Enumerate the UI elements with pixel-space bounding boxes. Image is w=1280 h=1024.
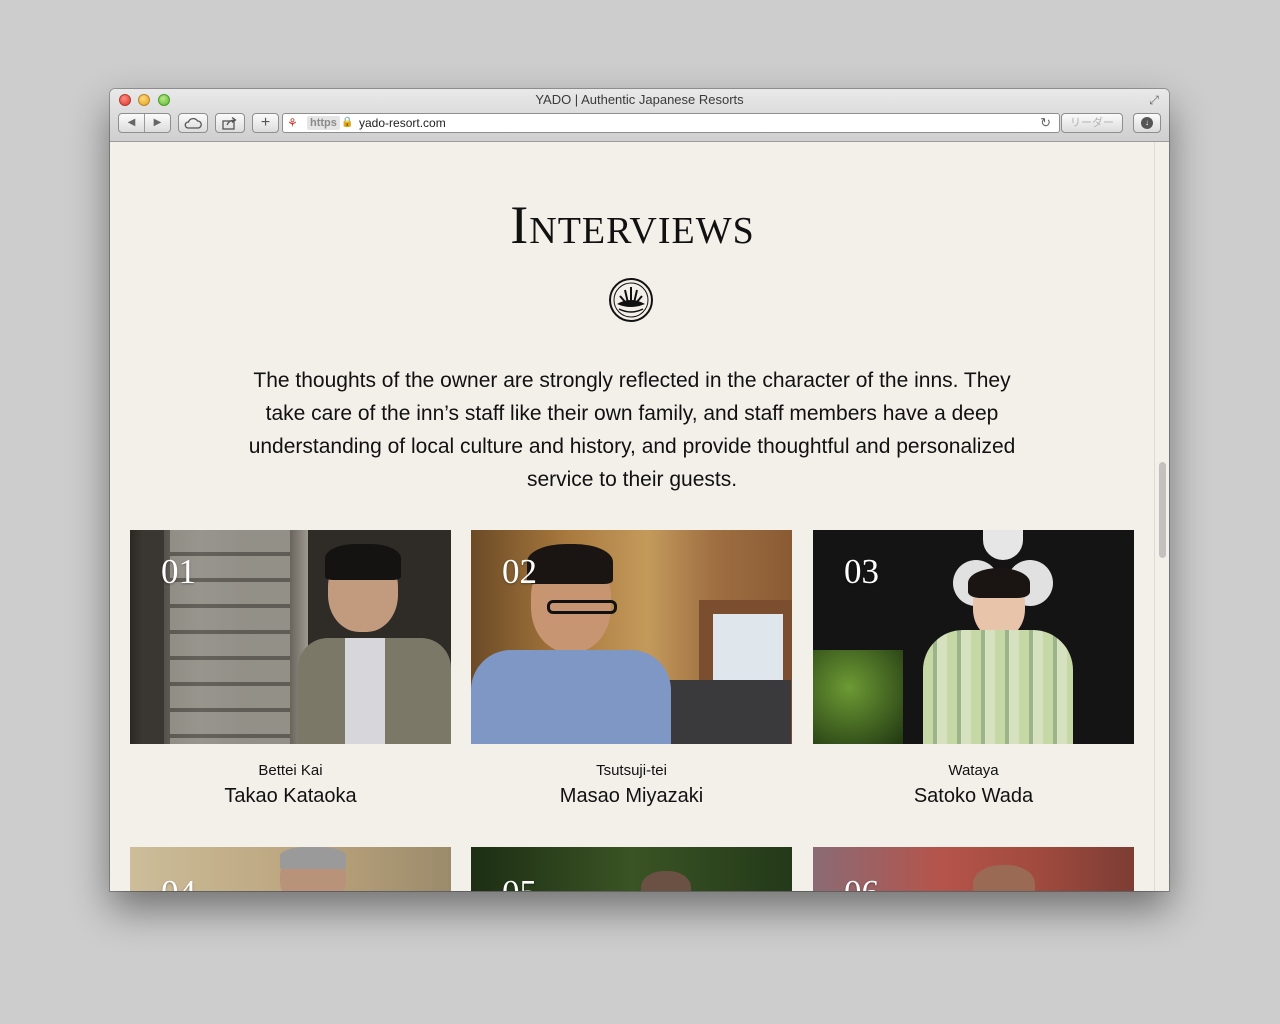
interview-photo[interactable]: 06: [813, 847, 1134, 891]
forward-arrow-icon[interactable]: ▶: [145, 114, 170, 132]
reload-icon[interactable]: ↻: [1040, 115, 1051, 131]
interview-number: 01: [161, 552, 196, 591]
interview-card-5[interactable]: 05: [471, 847, 792, 891]
url-text[interactable]: yado-resort.com: [359, 116, 446, 131]
interview-photo[interactable]: 01: [130, 530, 451, 744]
interview-photo[interactable]: 05: [471, 847, 792, 891]
page-title: Interviews: [510, 195, 755, 255]
interview-photo[interactable]: 02: [471, 530, 792, 744]
url-scheme: https: [307, 116, 340, 130]
person-name: Satoko Wada: [913, 785, 1034, 807]
reader-button[interactable]: リーダー: [1061, 113, 1123, 133]
title-bar: YADO | Authentic Japanese Resorts ⤢ ◀ ▶ …: [110, 89, 1169, 142]
interview-card-4[interactable]: 04: [130, 847, 451, 891]
inn-name: Bettei Kai: [258, 762, 323, 779]
vertical-scrollbar[interactable]: [1154, 142, 1169, 891]
new-tab-button[interactable]: +: [252, 113, 279, 133]
person-name: Takao Kataoka: [224, 785, 357, 807]
interview-number: 02: [502, 552, 537, 591]
address-bar[interactable]: ⚘ https 🔒 yado-resort.com ↻: [282, 113, 1060, 133]
fullscreen-icon[interactable]: ⤢: [1147, 93, 1161, 107]
interview-photo[interactable]: 04: [130, 847, 451, 891]
downloads-button[interactable]: ↓: [1133, 113, 1161, 133]
interview-number: 03: [844, 552, 879, 591]
share-button[interactable]: [215, 113, 245, 133]
back-forward-group: ◀ ▶: [118, 113, 171, 133]
interview-number: 04: [161, 873, 196, 891]
interview-card-2[interactable]: 02 Tsutsuji-tei Masao Miyazaki: [471, 530, 792, 808]
site-favicon-icon: ⚘: [287, 116, 298, 130]
family-crest-icon: [609, 278, 653, 322]
interview-card-6[interactable]: 06: [813, 847, 1134, 891]
person-name: Masao Miyazaki: [559, 785, 704, 807]
web-content: Interviews The thoughts of the owner are…: [110, 142, 1155, 891]
inn-name: Wataya: [948, 762, 999, 779]
interview-number: 05: [502, 873, 537, 891]
intro-paragraph: The thoughts of the owner are strongly r…: [248, 369, 1016, 491]
window-title: YADO | Authentic Japanese Resorts: [535, 92, 744, 107]
share-icon: [222, 116, 237, 130]
lock-icon: 🔒: [341, 117, 354, 128]
download-icon: ↓: [1141, 116, 1153, 129]
scrollbar-thumb[interactable]: [1159, 462, 1166, 558]
back-arrow-icon[interactable]: ◀: [119, 114, 145, 132]
interview-card-3[interactable]: 03 Wataya Satoko Wada: [813, 530, 1134, 808]
cloud-icon: [184, 117, 202, 129]
inn-name: Tsutsuji-tei: [596, 762, 667, 779]
icloud-tabs-button[interactable]: [178, 113, 208, 133]
interview-number: 06: [844, 873, 879, 891]
browser-window: YADO | Authentic Japanese Resorts ⤢ ◀ ▶ …: [110, 89, 1169, 891]
interview-card-1[interactable]: 01 Bettei Kai Takao Kataoka: [130, 530, 451, 808]
interview-photo[interactable]: 03: [813, 530, 1134, 744]
